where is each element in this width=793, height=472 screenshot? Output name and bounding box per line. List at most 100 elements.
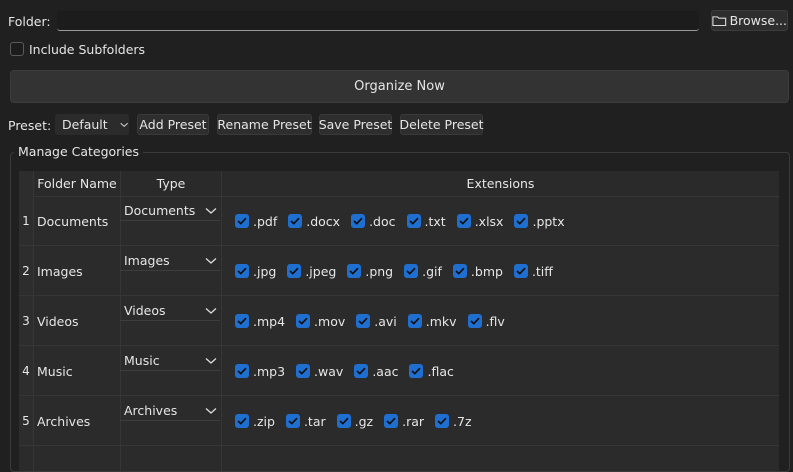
folder-name-cell[interactable]: Documents: [37, 196, 108, 246]
extension-label: .avi: [374, 313, 397, 329]
extension-checkbox[interactable]: .mov: [296, 314, 345, 329]
header-type[interactable]: Type: [121, 171, 221, 196]
type-dropdown-value[interactable]: Videos: [124, 303, 166, 318]
extension-label: .jpeg: [305, 263, 337, 279]
column-divider: [33, 171, 34, 471]
folder-name-cell[interactable]: Archives: [37, 396, 90, 446]
extension-checkbox[interactable]: .gz: [336, 414, 373, 429]
extension-checkbox[interactable]: .rar: [384, 414, 424, 429]
chevron-down-icon[interactable]: [205, 207, 217, 215]
column-divider: [120, 171, 121, 471]
extension-label: .pptx: [532, 213, 565, 229]
preset-dropdown[interactable]: Default: [55, 114, 129, 135]
extension-checkbox[interactable]: .aac: [354, 364, 398, 379]
extension-label: .rar: [402, 413, 425, 429]
folder-path-input[interactable]: [57, 11, 699, 31]
browse-button[interactable]: Browse...: [711, 10, 788, 31]
checkmark-icon: [435, 414, 450, 428]
extension-checkbox[interactable]: .tiff: [513, 263, 553, 279]
folder-name-cell[interactable]: Music: [37, 346, 73, 396]
extension-label: .xlsx: [474, 213, 504, 229]
checkmark-icon: [467, 314, 482, 328]
chevron-down-icon[interactable]: [205, 407, 217, 415]
extension-checkbox[interactable]: .avi: [356, 314, 397, 329]
extension-checkbox[interactable]: .gif: [404, 264, 442, 279]
checkmark-icon: [513, 264, 528, 278]
rename-preset-label: Rename Preset: [217, 117, 312, 132]
extension-checkbox[interactable]: .flv: [467, 314, 505, 329]
extension-checkbox[interactable]: .pptx: [514, 213, 565, 229]
chevron-down-icon[interactable]: [205, 357, 217, 365]
type-dropdown-underline: [120, 420, 220, 421]
extension-checkbox[interactable]: .mp4: [235, 314, 285, 329]
header-extensions[interactable]: Extensions: [222, 171, 779, 196]
browse-label: Browse...: [729, 13, 787, 28]
checkmark-icon: [235, 364, 249, 378]
extensions-list: .jpg .jpeg .png .gif .bmp .tiff: [235, 261, 564, 281]
extension-checkbox[interactable]: .mp3: [235, 364, 285, 379]
extension-checkbox[interactable]: .png: [347, 264, 393, 279]
extension-label: .zip: [253, 413, 275, 429]
checkmark-icon: [351, 214, 366, 228]
checkmark-icon: [287, 264, 302, 278]
extension-label: .doc: [369, 213, 396, 229]
extension-checkbox[interactable]: .7z: [435, 414, 472, 429]
add-preset-button[interactable]: Add Preset: [137, 114, 209, 135]
folder-name-cell[interactable]: Images: [37, 246, 83, 296]
extension-checkbox[interactable]: .jpeg: [287, 264, 336, 279]
delete-preset-button[interactable]: Delete Preset: [399, 114, 484, 135]
extension-label: .gif: [422, 263, 442, 279]
extension-checkbox[interactable]: .xlsx: [456, 213, 504, 229]
extension-checkbox[interactable]: .bmp: [452, 264, 503, 279]
extension-label: .tar: [303, 413, 326, 429]
extensions-list: .mp3 .wav .aac .flac: [235, 361, 465, 381]
rename-preset-button[interactable]: Rename Preset: [217, 114, 312, 135]
header-divider: [19, 196, 779, 197]
organize-now-label: Organize Now: [354, 79, 445, 94]
extension-checkbox[interactable]: .mkv: [407, 313, 457, 329]
chevron-down-icon[interactable]: [205, 257, 217, 265]
extension-checkbox[interactable]: .doc: [351, 213, 396, 229]
extension-checkbox[interactable]: .zip: [235, 414, 275, 429]
preset-selected-value: Default: [62, 117, 108, 132]
type-dropdown-value[interactable]: Documents: [124, 203, 195, 218]
row-number: 3: [19, 296, 33, 346]
extension-label: .docx: [306, 213, 341, 229]
manage-categories-title: Manage Categories: [14, 144, 144, 159]
extension-checkbox[interactable]: .jpg: [235, 264, 276, 279]
type-dropdown-value[interactable]: Archives: [124, 403, 177, 418]
checkmark-icon: [404, 264, 419, 278]
include-subfolders-checkbox[interactable]: [10, 42, 24, 56]
extension-label: .mov: [314, 313, 346, 329]
checkmark-icon: [336, 414, 351, 428]
extension-label: .aac: [372, 363, 399, 379]
header-folder-name[interactable]: Folder Name: [34, 171, 120, 196]
extension-label: .7z: [453, 413, 472, 429]
extension-label: .tiff: [531, 263, 553, 279]
table-corner: [19, 171, 33, 196]
extension-label: .txt: [424, 213, 446, 229]
extension-label: .jpg: [253, 263, 277, 279]
extensions-list: .zip .tar .gz .rar .7z: [235, 411, 483, 431]
extension-label: .mp4: [253, 313, 286, 329]
save-preset-button[interactable]: Save Preset: [319, 114, 392, 135]
folder-name-cell[interactable]: Videos: [37, 296, 79, 346]
extension-checkbox[interactable]: .docx: [288, 214, 340, 229]
extension-checkbox[interactable]: .txt: [406, 213, 446, 229]
type-dropdown-value[interactable]: Images: [124, 253, 170, 268]
extension-checkbox[interactable]: .pdf: [235, 214, 277, 229]
header-folder-name-label: Folder Name: [37, 176, 117, 191]
type-dropdown-underline: [120, 320, 220, 321]
categories-table: Folder Name Type Extensions 1 Documents Do…: [19, 171, 779, 471]
type-dropdown-value[interactable]: Music: [124, 353, 160, 368]
extension-checkbox[interactable]: .tar: [285, 413, 326, 429]
extension-label: .mkv: [425, 313, 457, 329]
extension-label: .mp3: [253, 363, 286, 379]
chevron-down-icon[interactable]: [205, 307, 217, 315]
checkmark-icon: [407, 314, 422, 328]
extensions-list: .mp4 .mov .avi .mkv .flv: [235, 311, 516, 331]
extension-checkbox[interactable]: .flac: [409, 364, 454, 379]
extension-checkbox[interactable]: .wav: [296, 364, 343, 379]
organize-now-button[interactable]: Organize Now: [10, 70, 789, 103]
checkmark-icon: [347, 264, 362, 278]
